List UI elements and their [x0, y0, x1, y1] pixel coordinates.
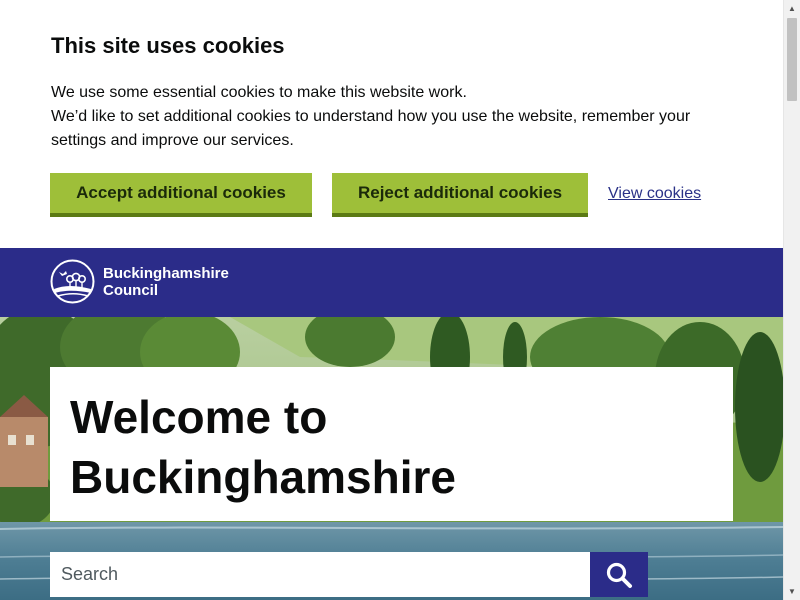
chevron-up-icon[interactable]: ▲: [784, 0, 800, 17]
view-cookies-link[interactable]: View cookies: [608, 184, 701, 204]
browser-viewport: This site uses cookies We use some essen…: [0, 0, 800, 600]
council-logo-text: Buckinghamshire Council: [103, 265, 229, 299]
search-input[interactable]: [50, 552, 590, 597]
hero-title: Welcome to Buckinghamshire: [70, 391, 456, 503]
page: This site uses cookies We use some essen…: [0, 0, 783, 600]
search-button[interactable]: [590, 552, 648, 597]
cookie-banner-title: This site uses cookies: [51, 33, 285, 58]
council-logo-line-2: Council: [103, 281, 158, 299]
page-scrollbar[interactable]: ▲ ▼: [783, 0, 800, 600]
cookie-banner-text: We use some essential cookies to make th…: [51, 81, 731, 153]
accept-cookies-button[interactable]: Accept additional cookies: [50, 173, 312, 213]
search-icon: [606, 562, 632, 588]
site-search-form: [50, 552, 648, 597]
council-logo-icon: [50, 259, 95, 304]
site-header: Buckinghamshire Council: [0, 248, 783, 317]
council-logo-line-1: Buckinghamshire: [103, 264, 229, 282]
scrollbar-thumb[interactable]: [787, 18, 797, 101]
chevron-down-icon[interactable]: ▼: [784, 583, 800, 600]
reject-cookies-button[interactable]: Reject additional cookies: [332, 173, 588, 213]
cookie-banner: This site uses cookies We use some essen…: [0, 0, 783, 248]
council-logo-link[interactable]: Buckinghamshire Council: [50, 259, 229, 304]
cookie-banner-line-essential: We use some essential cookies to make th…: [51, 84, 467, 101]
hero-title-card: Welcome to Buckinghamshire: [50, 367, 733, 521]
cookie-banner-line-additional: We’d like to set additional cookies to u…: [51, 108, 691, 149]
hero-banner: Welcome to Buckinghamshire: [0, 317, 783, 600]
